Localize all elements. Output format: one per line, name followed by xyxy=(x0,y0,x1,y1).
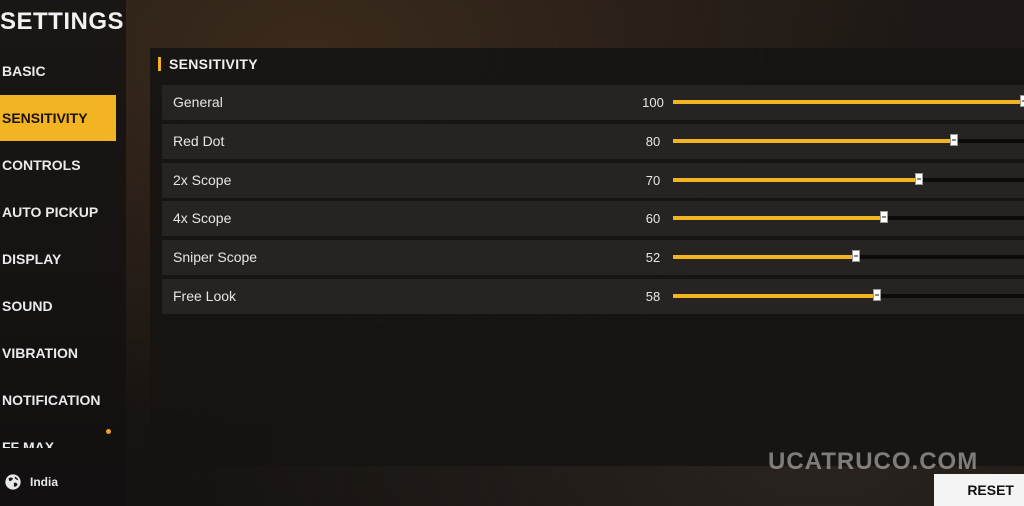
sensitivity-slider-sniper-scope[interactable] xyxy=(673,250,1024,263)
slider-fill xyxy=(673,100,1024,104)
notification-dot xyxy=(106,429,111,434)
slider-fill xyxy=(673,255,856,260)
sidebar-item-display[interactable]: DISPLAY xyxy=(0,236,116,282)
sidebar-item-vibration[interactable]: VIBRATION xyxy=(0,330,116,376)
sensitivity-row-free-look: Free Look 58 xyxy=(162,279,1024,314)
sidebar-item-sound[interactable]: SOUND xyxy=(0,283,116,329)
sidebar-item-basic[interactable]: BASIC xyxy=(0,48,116,94)
sensitivity-value: 80 xyxy=(645,133,661,149)
slider-thumb[interactable] xyxy=(872,289,881,301)
sensitivity-label: General xyxy=(173,94,223,110)
sensitivity-value: 100 xyxy=(642,95,664,110)
sensitivity-label: 4x Scope xyxy=(173,210,232,227)
region-label: India xyxy=(30,475,59,489)
section-accent-bar xyxy=(158,57,161,71)
page-title: SETTINGS xyxy=(0,8,125,35)
sidebar-item-auto-pickup[interactable]: AUTO PICKUP xyxy=(0,189,116,235)
section-title: SENSITIVITY xyxy=(169,56,258,72)
sensitivity-value: 70 xyxy=(645,172,661,188)
section-header: SENSITIVITY xyxy=(158,56,258,72)
reset-button[interactable]: RESET xyxy=(934,474,1024,506)
slider-fill xyxy=(673,294,877,298)
sensitivity-row-red-dot: Red Dot 80 xyxy=(162,123,1024,159)
sensitivity-row-general: General 100 xyxy=(162,85,1024,120)
sensitivity-label: Red Dot xyxy=(173,132,225,149)
sensitivity-value: 58 xyxy=(645,289,661,304)
slider-fill xyxy=(673,216,884,221)
globe-icon xyxy=(5,474,21,490)
slider-thumb[interactable] xyxy=(879,211,888,224)
sensitivity-label: Sniper Scope xyxy=(173,249,258,266)
sensitivity-row-2x-scope: 2x Scope 70 xyxy=(162,162,1024,198)
slider-thumb[interactable] xyxy=(1020,95,1024,107)
sensitivity-label: Free Look xyxy=(173,288,237,304)
sensitivity-row-sniper-scope: Sniper Scope 52 xyxy=(162,240,1024,276)
slider-thumb[interactable] xyxy=(949,133,958,146)
sidebar-item-ff-max[interactable]: FF MAX xyxy=(0,424,116,448)
settings-sidebar: SETTINGS BASIC SENSITIVITY CONTROLS AUTO… xyxy=(0,0,126,506)
sensitivity-slider-2x-scope[interactable] xyxy=(673,172,1024,185)
slider-fill xyxy=(673,177,919,182)
sensitivity-value: 52 xyxy=(645,250,661,266)
sidebar-item-notification[interactable]: NOTIFICATION xyxy=(0,377,116,423)
sensitivity-slider-general[interactable] xyxy=(673,95,1024,107)
sensitivity-row-4x-scope: 4x Scope 60 xyxy=(162,201,1024,237)
sensitivity-slider-free-look[interactable] xyxy=(673,289,1024,301)
sidebar-item-sensitivity[interactable]: SENSITIVITY xyxy=(0,95,116,141)
slider-fill xyxy=(673,138,954,143)
sensitivity-value: 60 xyxy=(645,211,661,227)
sensitivity-label: 2x Scope xyxy=(173,171,232,188)
sensitivity-slider-red-dot[interactable] xyxy=(673,133,1024,146)
sidebar-nav: BASIC SENSITIVITY CONTROLS AUTO PICKUP D… xyxy=(0,48,126,448)
watermark: UCATRUCO.COM xyxy=(768,448,979,475)
region-selector[interactable]: India xyxy=(4,473,58,491)
slider-thumb[interactable] xyxy=(851,250,860,263)
slider-thumb[interactable] xyxy=(914,172,923,185)
sidebar-item-controls[interactable]: CONTROLS xyxy=(0,142,116,188)
sensitivity-slider-4x-scope[interactable] xyxy=(673,211,1024,224)
